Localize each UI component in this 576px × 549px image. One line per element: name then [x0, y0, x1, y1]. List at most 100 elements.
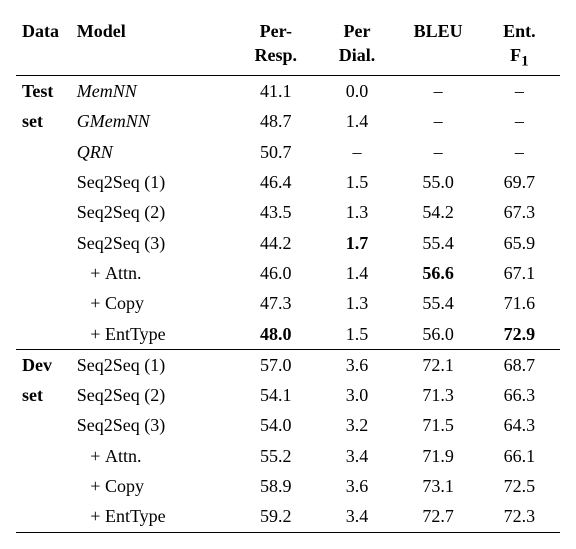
- table-row: Seq2Seq (2)43.51.354.267.3: [16, 197, 560, 227]
- entf1-cell: 69.7: [479, 167, 560, 197]
- model-cell: + Attn.: [71, 441, 235, 471]
- model-cell: + Copy: [71, 471, 235, 501]
- per-resp-cell: 55.2: [235, 441, 316, 471]
- model-cell: Seq2Seq (2): [71, 197, 235, 227]
- per-resp-cell: 44.2: [235, 228, 316, 258]
- bleu-cell: 72.7: [398, 501, 479, 532]
- model-cell: + Attn.: [71, 258, 235, 288]
- col-model: Model: [71, 16, 235, 76]
- bleu-cell: –: [398, 106, 479, 136]
- entf1-cell: 72.3: [479, 501, 560, 532]
- data-label-cell: [16, 167, 71, 197]
- per-dial-cell: 1.3: [316, 197, 397, 227]
- data-label-cell: [16, 441, 71, 471]
- data-label-cell: [16, 471, 71, 501]
- model-cell: QRN: [71, 137, 235, 167]
- per-resp-cell: 47.3: [235, 288, 316, 318]
- entf1-cell: 65.9: [479, 228, 560, 258]
- data-label-cell: set: [16, 106, 71, 136]
- per-dial-cell: –: [316, 137, 397, 167]
- table-row: QRN50.7–––: [16, 137, 560, 167]
- entf1-cell: 72.9: [479, 319, 560, 350]
- col-bleu: BLEU: [398, 16, 479, 76]
- per-dial-cell: 3.6: [316, 349, 397, 380]
- col-per-dial: PerDial.: [316, 16, 397, 76]
- per-dial-cell: 3.6: [316, 471, 397, 501]
- table-row: setGMemNN48.71.4––: [16, 106, 560, 136]
- bleu-cell: –: [398, 76, 479, 107]
- data-label-cell: [16, 137, 71, 167]
- entf1-cell: 64.3: [479, 410, 560, 440]
- bleu-cell: 71.5: [398, 410, 479, 440]
- model-cell: Seq2Seq (1): [71, 349, 235, 380]
- data-label-cell: [16, 410, 71, 440]
- model-cell: Seq2Seq (1): [71, 167, 235, 197]
- per-resp-cell: 58.9: [235, 471, 316, 501]
- col-per-resp: Per-Resp.: [235, 16, 316, 76]
- table-row: TestMemNN41.10.0––: [16, 76, 560, 107]
- per-dial-cell: 3.4: [316, 441, 397, 471]
- per-dial-cell: 1.3: [316, 288, 397, 318]
- table-row: Seq2Seq (3)44.21.755.465.9: [16, 228, 560, 258]
- per-resp-cell: 46.4: [235, 167, 316, 197]
- table-row: Seq2Seq (3)54.03.271.564.3: [16, 410, 560, 440]
- per-resp-cell: 57.0: [235, 349, 316, 380]
- bleu-cell: 54.2: [398, 197, 479, 227]
- data-label-cell: [16, 197, 71, 227]
- per-dial-cell: 1.4: [316, 258, 397, 288]
- per-dial-cell: 1.5: [316, 167, 397, 197]
- table-row: + Copy58.93.673.172.5: [16, 471, 560, 501]
- col-data: Data: [16, 16, 71, 76]
- entf1-cell: 66.1: [479, 441, 560, 471]
- per-dial-cell: 0.0: [316, 76, 397, 107]
- per-dial-cell: 3.2: [316, 410, 397, 440]
- entf1-cell: 68.7: [479, 349, 560, 380]
- model-cell: + Copy: [71, 288, 235, 318]
- bleu-cell: 71.3: [398, 380, 479, 410]
- entf1-cell: 72.5: [479, 471, 560, 501]
- bleu-cell: 73.1: [398, 471, 479, 501]
- model-cell: + EntType: [71, 501, 235, 532]
- model-cell: Seq2Seq (3): [71, 228, 235, 258]
- model-cell: + EntType: [71, 319, 235, 350]
- per-dial-cell: 1.5: [316, 319, 397, 350]
- entf1-cell: 67.3: [479, 197, 560, 227]
- entf1-cell: –: [479, 137, 560, 167]
- model-cell: Seq2Seq (3): [71, 410, 235, 440]
- data-label-cell: [16, 228, 71, 258]
- data-label-cell: Dev: [16, 349, 71, 380]
- model-cell: GMemNN: [71, 106, 235, 136]
- bleu-cell: 55.4: [398, 228, 479, 258]
- table-row: setSeq2Seq (2)54.13.071.366.3: [16, 380, 560, 410]
- results-table: Data Model Per-Resp. PerDial. BLEU Ent.F…: [16, 16, 560, 533]
- bleu-cell: 56.0: [398, 319, 479, 350]
- data-label-cell: [16, 501, 71, 532]
- entf1-cell: –: [479, 106, 560, 136]
- data-label-cell: [16, 319, 71, 350]
- bleu-cell: 55.0: [398, 167, 479, 197]
- per-resp-cell: 54.0: [235, 410, 316, 440]
- data-label-cell: [16, 288, 71, 318]
- per-resp-cell: 41.1: [235, 76, 316, 107]
- entf1-cell: 67.1: [479, 258, 560, 288]
- entf1-cell: 71.6: [479, 288, 560, 318]
- data-label-cell: set: [16, 380, 71, 410]
- per-resp-cell: 54.1: [235, 380, 316, 410]
- col-entf1: Ent.F1: [479, 16, 560, 76]
- model-cell: Seq2Seq (2): [71, 380, 235, 410]
- per-dial-cell: 1.7: [316, 228, 397, 258]
- per-resp-cell: 59.2: [235, 501, 316, 532]
- bleu-cell: 72.1: [398, 349, 479, 380]
- header-row: Data Model Per-Resp. PerDial. BLEU Ent.F…: [16, 16, 560, 76]
- per-dial-cell: 3.0: [316, 380, 397, 410]
- table-row: + Attn.55.23.471.966.1: [16, 441, 560, 471]
- per-resp-cell: 43.5: [235, 197, 316, 227]
- per-resp-cell: 48.0: [235, 319, 316, 350]
- bleu-cell: 56.6: [398, 258, 479, 288]
- bleu-cell: 71.9: [398, 441, 479, 471]
- bleu-cell: 55.4: [398, 288, 479, 318]
- table-row: DevSeq2Seq (1)57.03.672.168.7: [16, 349, 560, 380]
- table-row: + EntType59.23.472.772.3: [16, 501, 560, 532]
- per-dial-cell: 1.4: [316, 106, 397, 136]
- data-label-cell: Test: [16, 76, 71, 107]
